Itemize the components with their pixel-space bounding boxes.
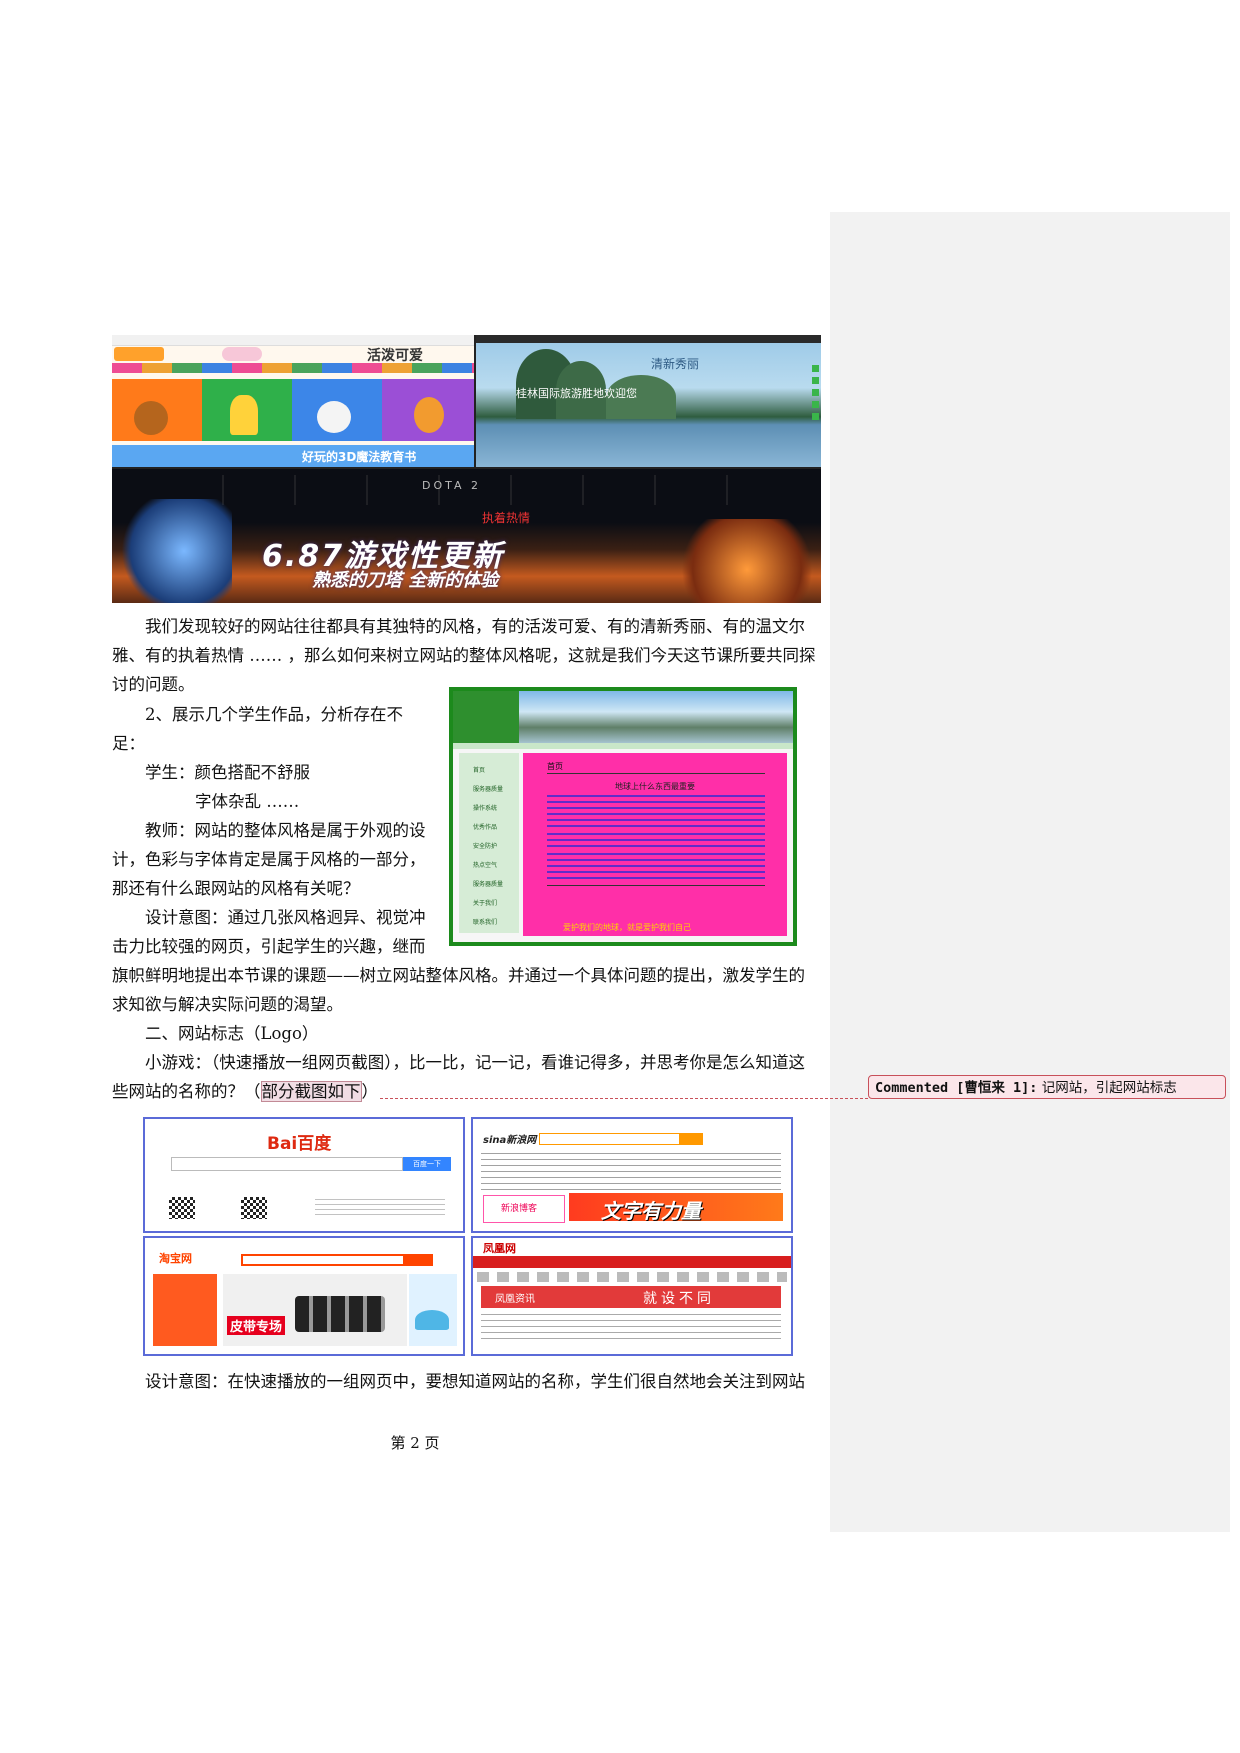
game-site-screenshot: DOTA 2 执着热情 6.87游戏性更新 熟悉的刀塔 全新的体验 <box>112 469 821 603</box>
ifeng-screenshot: 凤凰网 凤凰资讯 就设不同 <box>471 1236 793 1356</box>
student-nav-item[interactable]: 服务器质量 <box>473 879 503 888</box>
student-site-footer: 爱护我们的地球，就是爱护我们自己 <box>523 918 787 936</box>
student-nav-item[interactable]: 优秀作品 <box>473 822 497 831</box>
student-nav-item[interactable]: 联系我们 <box>473 917 497 926</box>
student-footer-text: 爱护我们的地球，就是爱护我们自己 <box>563 923 691 932</box>
student-nav-item[interactable]: 服务器质量 <box>473 784 503 793</box>
sina-screenshot: sina新浪网 新浪博客 文字有力量 <box>471 1117 793 1233</box>
ifeng-news-label: 凤凰资讯 <box>495 1294 535 1305</box>
mini-game-text-end: ） <box>361 1082 379 1101</box>
student-nav-item[interactable]: 首页 <box>473 765 485 774</box>
game-logo: DOTA 2 <box>422 479 482 492</box>
design-intent-continued: 旗帜鲜明地提出本节课的课题——树立网站整体风格。并通过一个具体问题的提出，激发学… <box>112 961 820 1019</box>
game-site-subtitle: 执着热情 <box>482 511 531 525</box>
student-feedback: 学生：颜色搭配不舒服 <box>145 763 310 782</box>
student-content-title: 首页 <box>547 762 563 771</box>
intro-paragraph: 我们发现较好的网站往往都具有其独特的风格，有的活泼可爱、有的清新秀丽、有的温文尔… <box>112 612 820 699</box>
student-work-screenshot: 首页 服务器质量 操作系统 优秀作品 安全防护 热点空气 服务器质量 关于我们 联系我们 首页 … <box>449 687 797 946</box>
student-feedback-2: 字体杂乱 …… <box>195 792 300 811</box>
section-logo-heading: 二、网站标志（Logo） <box>145 1024 319 1043</box>
sina-banner-text: 文字有力量 <box>601 1199 701 1223</box>
student-nav-item[interactable]: 操作系统 <box>473 803 497 812</box>
ifeng-banner: 就设不同 <box>643 1291 715 1307</box>
lively-site-banner: 好玩的3D魔法教育书 <box>302 450 417 464</box>
design-intent-rest: 旗帜鲜明地提出本节课的课题——树立网站整体风格。并通过一个具体问题的提出，激发学… <box>112 966 805 1014</box>
student-site-content: 首页 地球上什么东西最重要 <box>523 753 787 918</box>
section-logo: 二、网站标志（Logo） 小游戏：（快速播放一组网页截图），比一比，记一记，看谁… <box>112 1019 820 1106</box>
comment-balloon[interactable]: Commented [曹恒来 1]: 记网站，引起网站标志 <box>868 1075 1226 1099</box>
item2-line1: 2、展示几个学生作品，分析存在不 <box>145 705 403 724</box>
student-site-banner <box>519 691 793 743</box>
website-style-collage: 活泼可爱 好玩的3D魔法教育书 清新秀丽 桂林国际旅游胜地欢迎您 DOTA 2 … <box>112 335 821 603</box>
student-work-analysis: 2、展示几个学生作品，分析存在不 足： 学生：颜色搭配不舒服 字体杂乱 …… 教… <box>112 700 447 961</box>
ifeng-logo: 凤凰网 <box>483 1242 516 1255</box>
commented-text[interactable]: 部分截图如下 <box>260 1081 362 1102</box>
comment-author: Commented [曹恒来 1]: <box>875 1080 1038 1096</box>
baidu-logo: Bai百度 <box>267 1134 332 1154</box>
comment-margin <box>830 212 1230 1532</box>
scenic-site-screenshot: 清新秀丽 桂林国际旅游胜地欢迎您 <box>476 335 821 467</box>
intro-text: 我们发现较好的网站往往都具有其独特的风格，有的活泼可爱、有的清新秀丽、有的温文尔… <box>112 617 816 694</box>
student-content-heading: 地球上什么东西最重要 <box>615 782 695 791</box>
comment-text: 记网站，引起网站标志 <box>1041 1080 1177 1096</box>
taobao-logo: 淘宝网 <box>159 1252 192 1265</box>
design-intent-line2: 击力比较强的网页，引起学生的兴趣，继而 <box>112 937 426 956</box>
taobao-screenshot: 淘宝网 皮带专场 <box>143 1236 465 1356</box>
scenic-site-caption: 桂林国际旅游胜地欢迎您 <box>516 387 637 400</box>
sina-logo: sina新浪网 <box>483 1135 537 1146</box>
taobao-promo: 皮带专场 <box>227 1316 286 1335</box>
lively-site-screenshot: 活泼可爱 好玩的3D魔法教育书 <box>112 335 474 467</box>
page-number: 第 2 页 <box>390 1434 440 1452</box>
teacher-line3: 那还有什么跟网站的风格有关呢？ <box>112 879 360 898</box>
sina-blog-label: 新浪博客 <box>501 1204 538 1214</box>
document-page: 活泼可爱 好玩的3D魔法教育书 清新秀丽 桂林国际旅游胜地欢迎您 DOTA 2 … <box>0 0 830 1753</box>
student-nav-item[interactable]: 热点空气 <box>473 860 497 869</box>
baidu-search-button[interactable]: 百度一下 <box>403 1157 451 1171</box>
mini-game-text: 小游戏：（快速播放一组网页截图），比一比，记一记，看谁记得多，并思考你是怎么知道… <box>112 1053 805 1101</box>
game-tagline: 熟悉的刀塔 全新的体验 <box>312 570 499 591</box>
student-site-nav: 首页 服务器质量 操作系统 优秀作品 安全防护 热点空气 服务器质量 关于我们 联系我们 <box>459 753 519 933</box>
lively-site-title: 活泼可爱 <box>367 348 423 364</box>
final-design-intent: 设计意图：在快速播放的一组网页中，要想知道网站的名称，学生们很自然地会关注到网站 <box>112 1367 820 1396</box>
teacher-line2: 计，色彩与字体肯定是属于风格的一部分， <box>112 850 426 869</box>
item2-line2: 足： <box>112 734 145 753</box>
baidu-screenshot: Bai百度 百度一下 <box>143 1117 465 1233</box>
student-nav-item[interactable]: 关于我们 <box>473 898 497 907</box>
scenic-site-title: 清新秀丽 <box>651 357 700 371</box>
final-design-intent-text: 设计意图：在快速播放的一组网页中，要想知道网站的名称，学生们很自然地会关注到网站 <box>145 1372 805 1391</box>
comment-connector <box>380 1098 868 1099</box>
design-intent-line1: 设计意图：通过几张风格迥异、视觉冲 <box>145 908 426 927</box>
student-nav-item[interactable]: 安全防护 <box>473 841 497 850</box>
teacher-line1: 教师：网站的整体风格是属于外观的设 <box>145 821 426 840</box>
